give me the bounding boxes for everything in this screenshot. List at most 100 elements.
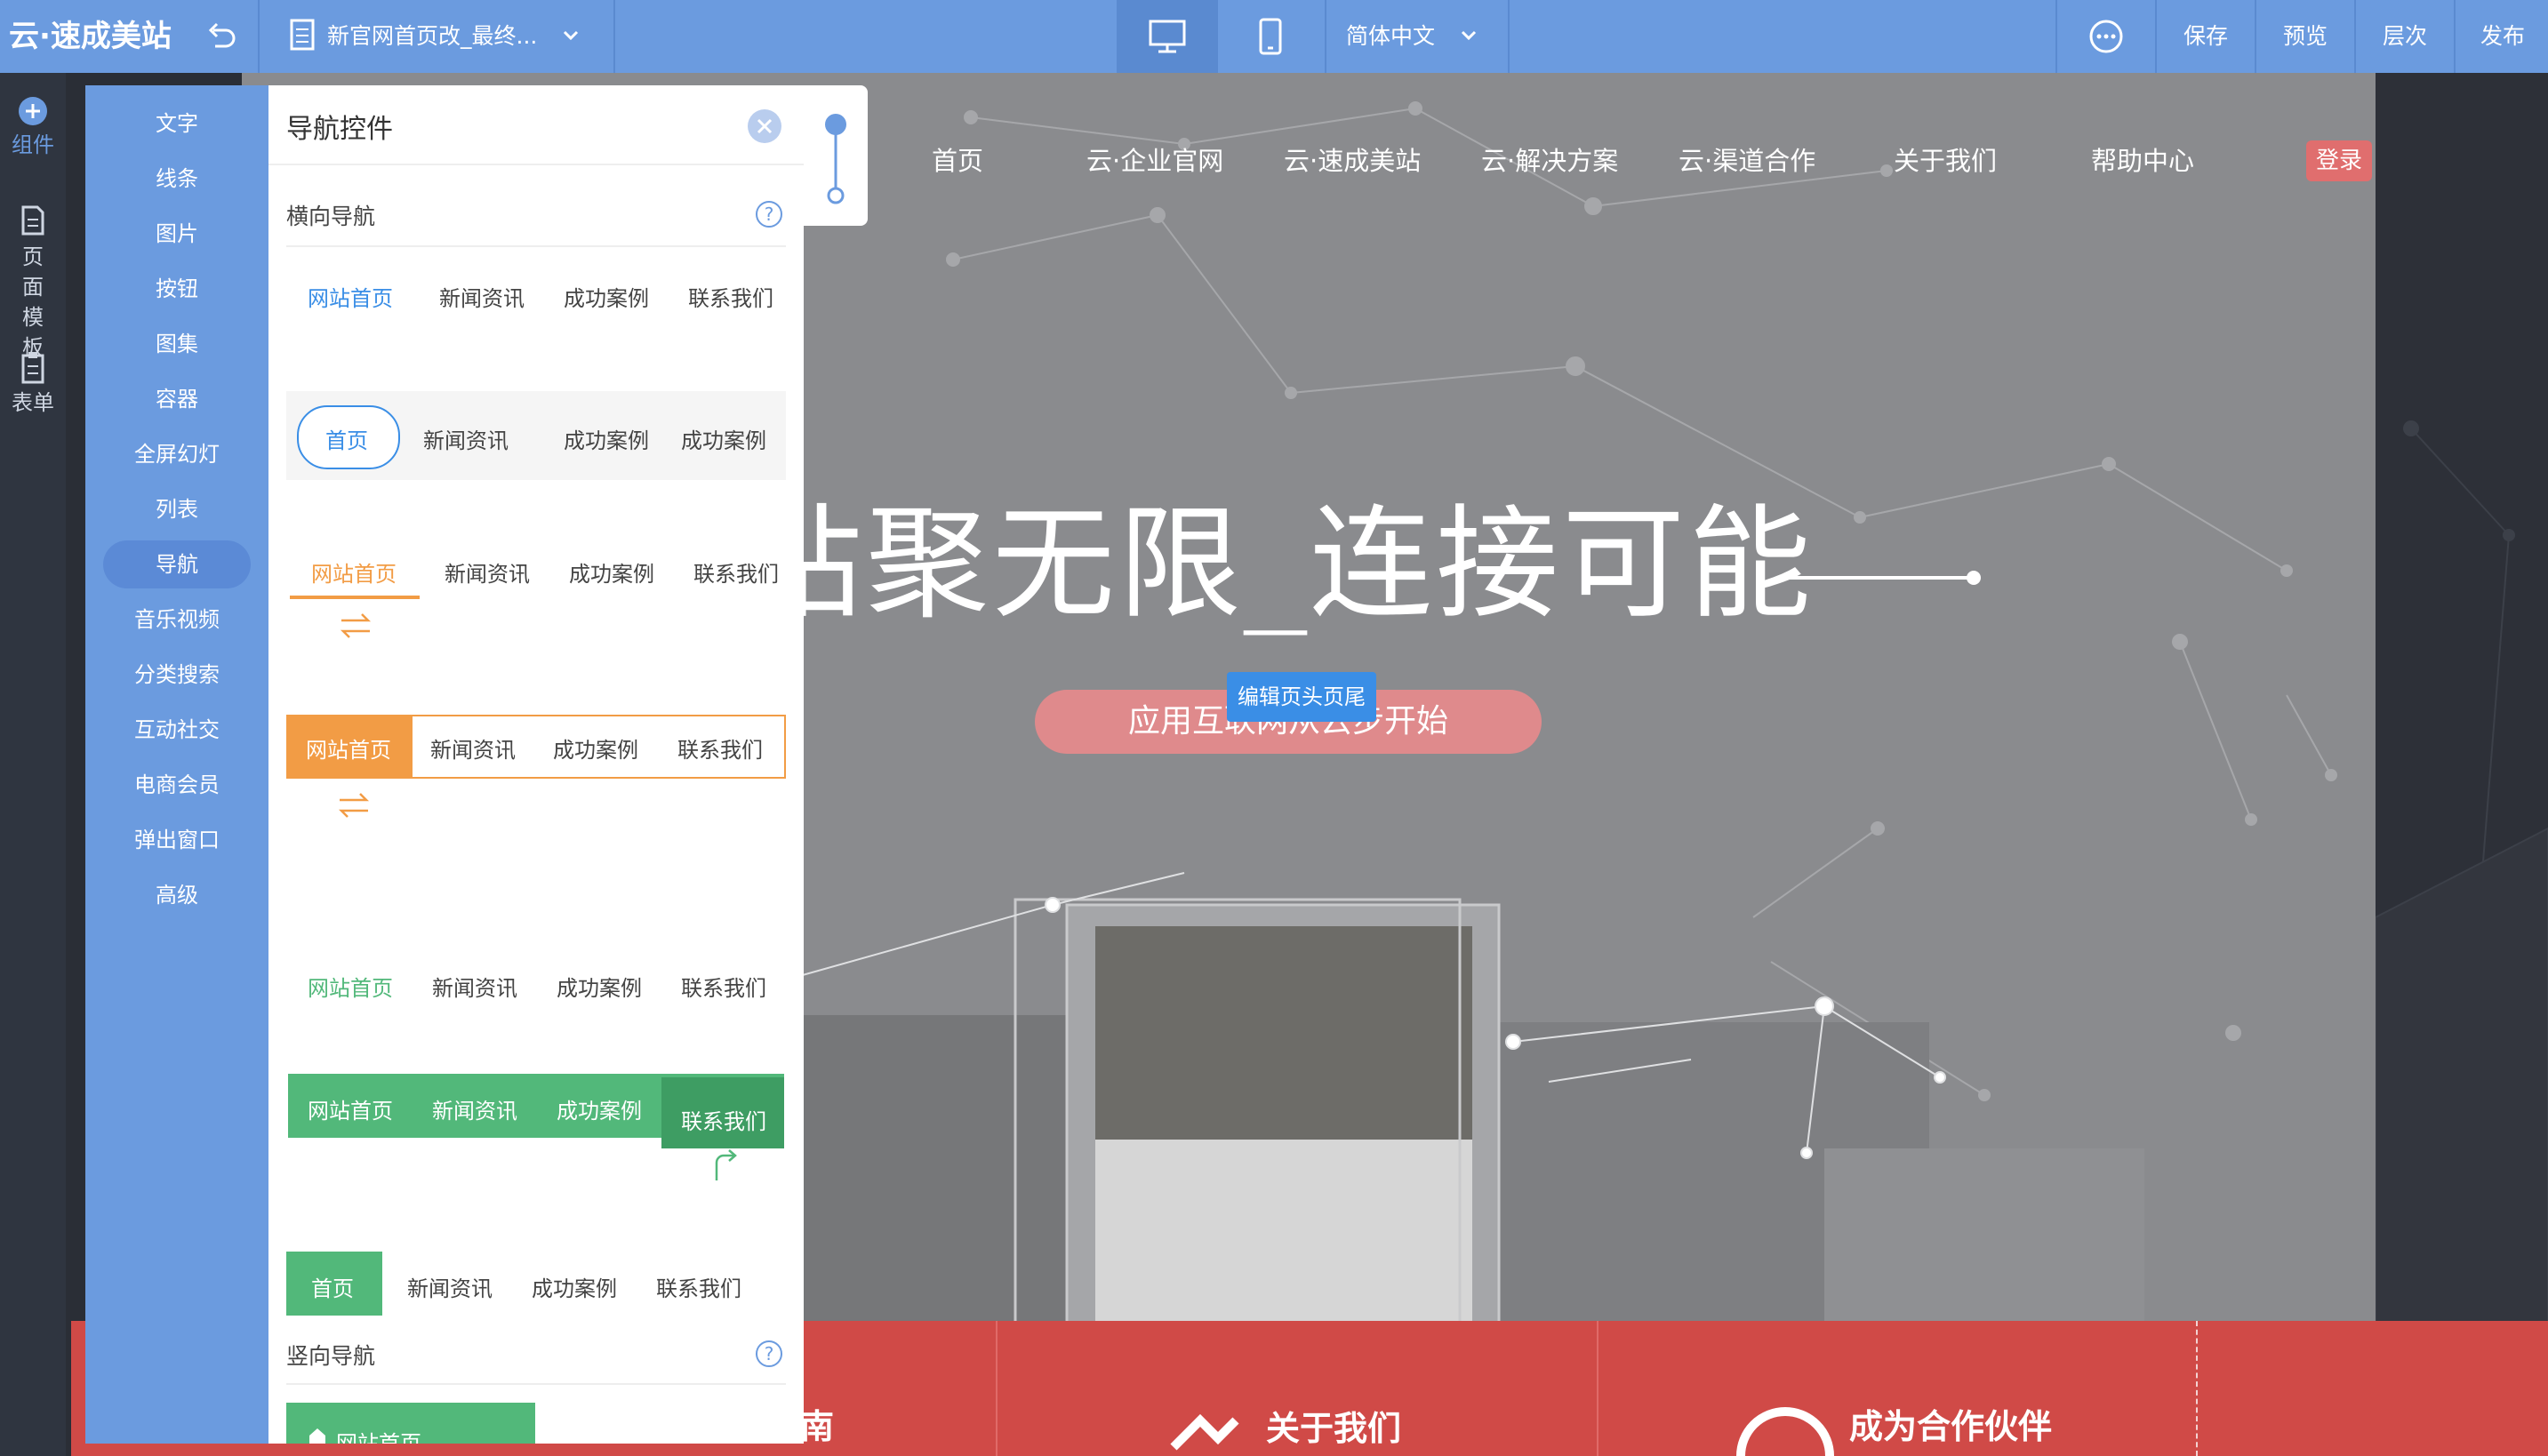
divider <box>258 0 260 73</box>
swap-icon <box>340 613 372 638</box>
category-search[interactable]: 分类搜索 <box>103 651 251 699</box>
site-nav-help[interactable]: 帮助中心 <box>2091 140 2194 178</box>
active-underline <box>290 596 420 599</box>
layers-button[interactable]: 层次 <box>2383 0 2427 73</box>
category-text[interactable]: 文字 <box>103 100 251 148</box>
nav-item: 网站首页 <box>306 738 391 763</box>
nav-item: 新闻资讯 <box>439 286 525 311</box>
chevron-down-icon[interactable] <box>560 25 581 46</box>
divider <box>2255 0 2256 73</box>
section-horizontal-nav: 横向导航 <box>286 204 376 229</box>
category-gallery[interactable]: 图集 <box>103 320 251 368</box>
nav-item: 成功案例 <box>681 428 766 453</box>
footer-item-guide[interactable]: 南 <box>800 1399 834 1448</box>
footer-item-partner[interactable]: 成为合作伙伴 <box>1849 1399 2052 1448</box>
publish-button[interactable]: 发布 <box>2480 0 2525 73</box>
edit-header-footer-tag[interactable]: 编辑页头页尾 <box>1227 672 1376 722</box>
nav-preset-3[interactable]: 网站首页 新闻资讯 成功案例 联系我们 <box>286 548 786 645</box>
divider <box>1597 1321 1599 1456</box>
preview-button[interactable]: 预览 <box>2283 0 2328 73</box>
login-button[interactable]: 登录 <box>2306 140 2372 181</box>
category-navigation[interactable]: 导航 <box>103 540 251 588</box>
desktop-icon <box>1149 20 1186 53</box>
nav-item: 联系我们 <box>693 562 779 587</box>
category-container[interactable]: 容器 <box>103 375 251 423</box>
document-title-dropdown[interactable]: 新官网首页改_最终... <box>327 0 537 73</box>
nav-item: 网站首页 <box>311 562 397 587</box>
nav-preset-4[interactable]: 网站首页 新闻资讯 成功案例 联系我们 <box>286 715 786 821</box>
help-icon[interactable]: ? <box>756 1340 782 1367</box>
category-line[interactable]: 线条 <box>103 155 251 203</box>
help-icon[interactable]: ? <box>756 201 782 228</box>
nav-item: 网站首页 <box>308 1099 393 1124</box>
swap-icon <box>338 793 370 818</box>
page-icon <box>290 19 315 51</box>
site-nav-enterprise[interactable]: 云·企业官网 <box>1086 140 1223 178</box>
divider <box>2055 0 2057 73</box>
language-select[interactable]: 简体中文 <box>1346 0 1435 73</box>
page-template-icon[interactable] <box>20 204 46 236</box>
nav-item: 联系我们 <box>681 1109 766 1134</box>
nav-item: 成功案例 <box>557 1099 642 1124</box>
canvas-right-gutter <box>2375 73 2548 1329</box>
component-category-list: 文字 线条 图片 按钮 图集 容器 全屏幻灯 列表 导航 音乐视频 分类搜索 互… <box>85 85 268 1444</box>
home-icon <box>309 1428 325 1444</box>
headline-line <box>1789 571 1981 585</box>
undo-icon[interactable] <box>204 20 238 53</box>
nav-item: 新闻资讯 <box>407 1276 493 1301</box>
divider <box>1508 0 1510 73</box>
guide-line <box>2196 1321 2198 1456</box>
site-nav-about[interactable]: 关于我们 <box>1894 140 1997 178</box>
category-slideshow[interactable]: 全屏幻灯 <box>103 430 251 478</box>
nav-item: 联系我们 <box>688 286 773 311</box>
nav-item: 网站首页 <box>336 1431 421 1444</box>
divider <box>286 245 786 247</box>
category-popup[interactable]: 弹出窗口 <box>103 816 251 864</box>
footer-item-about[interactable]: 关于我们 <box>1266 1401 1401 1450</box>
category-ecommerce[interactable]: 电商会员 <box>103 761 251 809</box>
mobile-view-button[interactable] <box>1220 0 1321 73</box>
vertical-nav-preset-1[interactable]: 网站首页 <box>286 1403 535 1444</box>
divider <box>268 164 804 165</box>
nav-preset-1[interactable]: 网站首页 新闻资讯 成功案例 联系我们 <box>286 263 786 325</box>
zoom-slider-widget[interactable] <box>804 85 868 226</box>
category-social[interactable]: 互动社交 <box>103 706 251 754</box>
category-button[interactable]: 按钮 <box>103 265 251 313</box>
rail-components[interactable]: 组件 <box>0 130 66 160</box>
mobile-icon <box>1259 18 1282 55</box>
add-icon[interactable] <box>18 96 48 126</box>
category-media[interactable]: 音乐视频 <box>103 596 251 644</box>
nav-item: 成功案例 <box>564 428 649 453</box>
desktop-view-button[interactable] <box>1117 0 1218 73</box>
divider <box>1325 0 1326 73</box>
nav-preset-2[interactable]: 首页 新闻资讯 成功案例 成功案例 <box>286 391 786 480</box>
nav-item: 新闻资讯 <box>432 1099 517 1124</box>
site-nav-channel[interactable]: 云·渠道合作 <box>1679 140 1815 178</box>
divider <box>613 0 615 73</box>
panel-title: 导航控件 <box>286 114 393 145</box>
nav-item: 成功案例 <box>553 738 638 763</box>
site-nav-solutions[interactable]: 云·解决方案 <box>1481 140 1618 178</box>
hero-headline: 站聚无限_连接可能 <box>740 492 1815 636</box>
site-nav-home[interactable]: 首页 <box>932 140 983 178</box>
chevron-down-icon[interactable] <box>1458 25 1479 46</box>
partner-icon <box>1736 1407 1834 1456</box>
nav-item: 新闻资讯 <box>423 428 509 453</box>
nav-item: 联系我们 <box>656 1276 741 1301</box>
divider <box>2155 0 2157 73</box>
category-advanced[interactable]: 高级 <box>103 871 251 919</box>
close-icon[interactable] <box>747 108 782 144</box>
nav-item: 成功案例 <box>532 1276 617 1301</box>
category-list[interactable]: 列表 <box>103 485 251 533</box>
divider <box>2454 0 2456 73</box>
save-button[interactable]: 保存 <box>2183 0 2228 73</box>
site-nav-quicksite[interactable]: 云·速成美站 <box>1284 140 1421 178</box>
rail-forms[interactable]: 表单 <box>0 388 66 418</box>
form-icon[interactable] <box>20 350 46 384</box>
rail-page-templates[interactable]: 页面模板 <box>0 242 66 363</box>
category-image[interactable]: 图片 <box>103 210 251 258</box>
divider <box>2354 0 2356 73</box>
more-icon[interactable] <box>2087 18 2125 55</box>
nav-item: 成功案例 <box>564 286 649 311</box>
nav-preset-7[interactable] <box>286 1166 786 1316</box>
